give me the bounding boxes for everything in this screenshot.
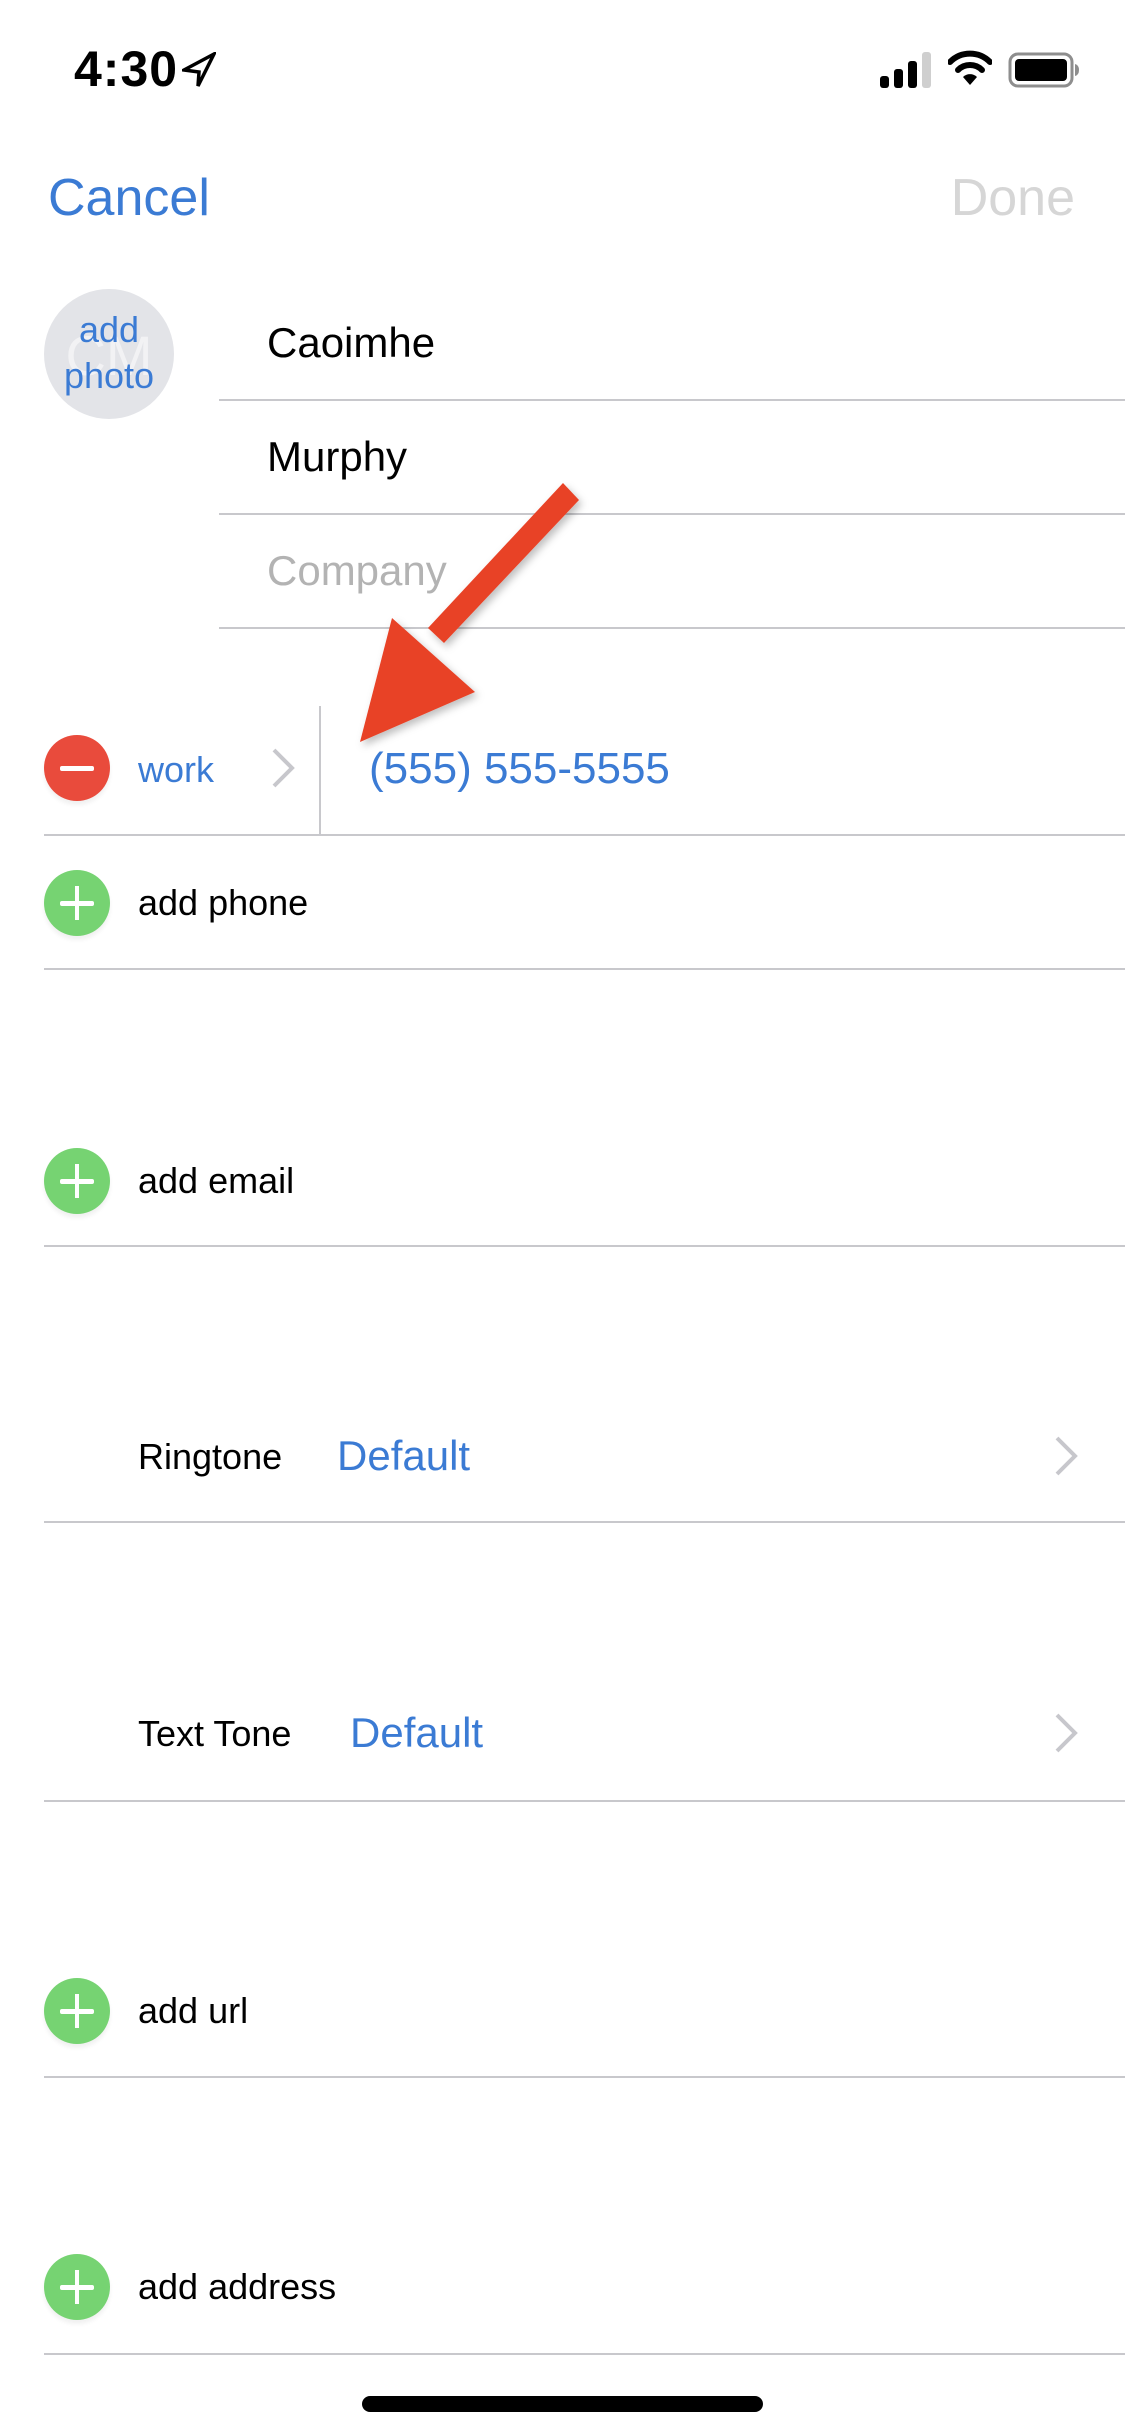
divider bbox=[44, 1521, 1125, 1523]
delete-phone-button[interactable] bbox=[44, 735, 110, 801]
done-button[interactable]: Done bbox=[951, 168, 1075, 228]
first-name-value: Caoimhe bbox=[267, 319, 436, 366]
add-phone-button[interactable] bbox=[44, 870, 110, 936]
status-time: 4:30 bbox=[74, 41, 179, 97]
phone-label-selector[interactable]: work bbox=[138, 749, 214, 791]
minus-icon bbox=[60, 766, 94, 771]
wifi-icon bbox=[948, 50, 992, 85]
vertical-separator bbox=[319, 706, 321, 836]
phone-number-field[interactable]: (555) 555-5555 bbox=[369, 744, 670, 794]
ringtone-row[interactable]: Ringtone Default bbox=[44, 1389, 1125, 1523]
add-address-row[interactable]: add address bbox=[44, 2220, 1125, 2355]
plus-icon-v bbox=[75, 2270, 79, 2304]
location-arrow-icon bbox=[182, 52, 216, 87]
last-name-field[interactable]: Murphy bbox=[219, 401, 1125, 515]
divider bbox=[44, 1245, 1125, 1247]
ringtone-label: Ringtone bbox=[138, 1436, 283, 1477]
plus-icon-v bbox=[75, 1994, 79, 2028]
company-placeholder: Company bbox=[267, 547, 447, 594]
ringtone-value: Default bbox=[337, 1432, 471, 1479]
text-tone-label: Text Tone bbox=[138, 1713, 292, 1754]
add-photo-label-line2: photo bbox=[63, 355, 155, 396]
home-indicator bbox=[362, 2396, 763, 2412]
plus-icon-v bbox=[75, 886, 79, 920]
add-phone-row[interactable]: add phone bbox=[44, 836, 1125, 970]
divider bbox=[44, 1800, 1125, 1802]
text-tone-row[interactable]: Text Tone Default bbox=[44, 1666, 1125, 1802]
add-photo-label-line1: add bbox=[78, 309, 140, 350]
phone-row: work (555) 555-5555 bbox=[44, 706, 1125, 836]
chevron-right-icon[interactable] bbox=[270, 746, 296, 790]
add-photo-label: add photo bbox=[44, 307, 174, 399]
add-email-label: add email bbox=[138, 1160, 295, 1201]
add-url-button[interactable] bbox=[44, 1978, 110, 2044]
add-phone-label: add phone bbox=[138, 882, 309, 923]
chevron-right-icon bbox=[1055, 1713, 1078, 1753]
add-photo-button[interactable]: CM add photo bbox=[44, 289, 174, 419]
cancel-button[interactable]: Cancel bbox=[48, 168, 210, 228]
cellular-signal-icon bbox=[880, 52, 931, 88]
first-name-field[interactable]: Caoimhe bbox=[219, 287, 1125, 401]
add-email-button[interactable] bbox=[44, 1148, 110, 1214]
plus-icon-v bbox=[75, 1164, 79, 1198]
add-url-label: add url bbox=[138, 1990, 249, 2031]
divider bbox=[44, 2353, 1125, 2355]
add-email-row[interactable]: add email bbox=[44, 1113, 1125, 1247]
battery-icon bbox=[1008, 52, 1079, 88]
divider bbox=[219, 627, 1125, 629]
chevron-right-icon bbox=[1055, 1436, 1078, 1476]
text-tone-value: Default bbox=[350, 1709, 484, 1756]
add-url-row[interactable]: add url bbox=[44, 1944, 1125, 2078]
add-address-button[interactable] bbox=[44, 2254, 110, 2320]
divider bbox=[44, 968, 1125, 970]
last-name-value: Murphy bbox=[267, 433, 408, 480]
divider bbox=[44, 2076, 1125, 2078]
add-address-label: add address bbox=[138, 2266, 337, 2307]
company-field[interactable]: Company bbox=[219, 515, 1125, 629]
